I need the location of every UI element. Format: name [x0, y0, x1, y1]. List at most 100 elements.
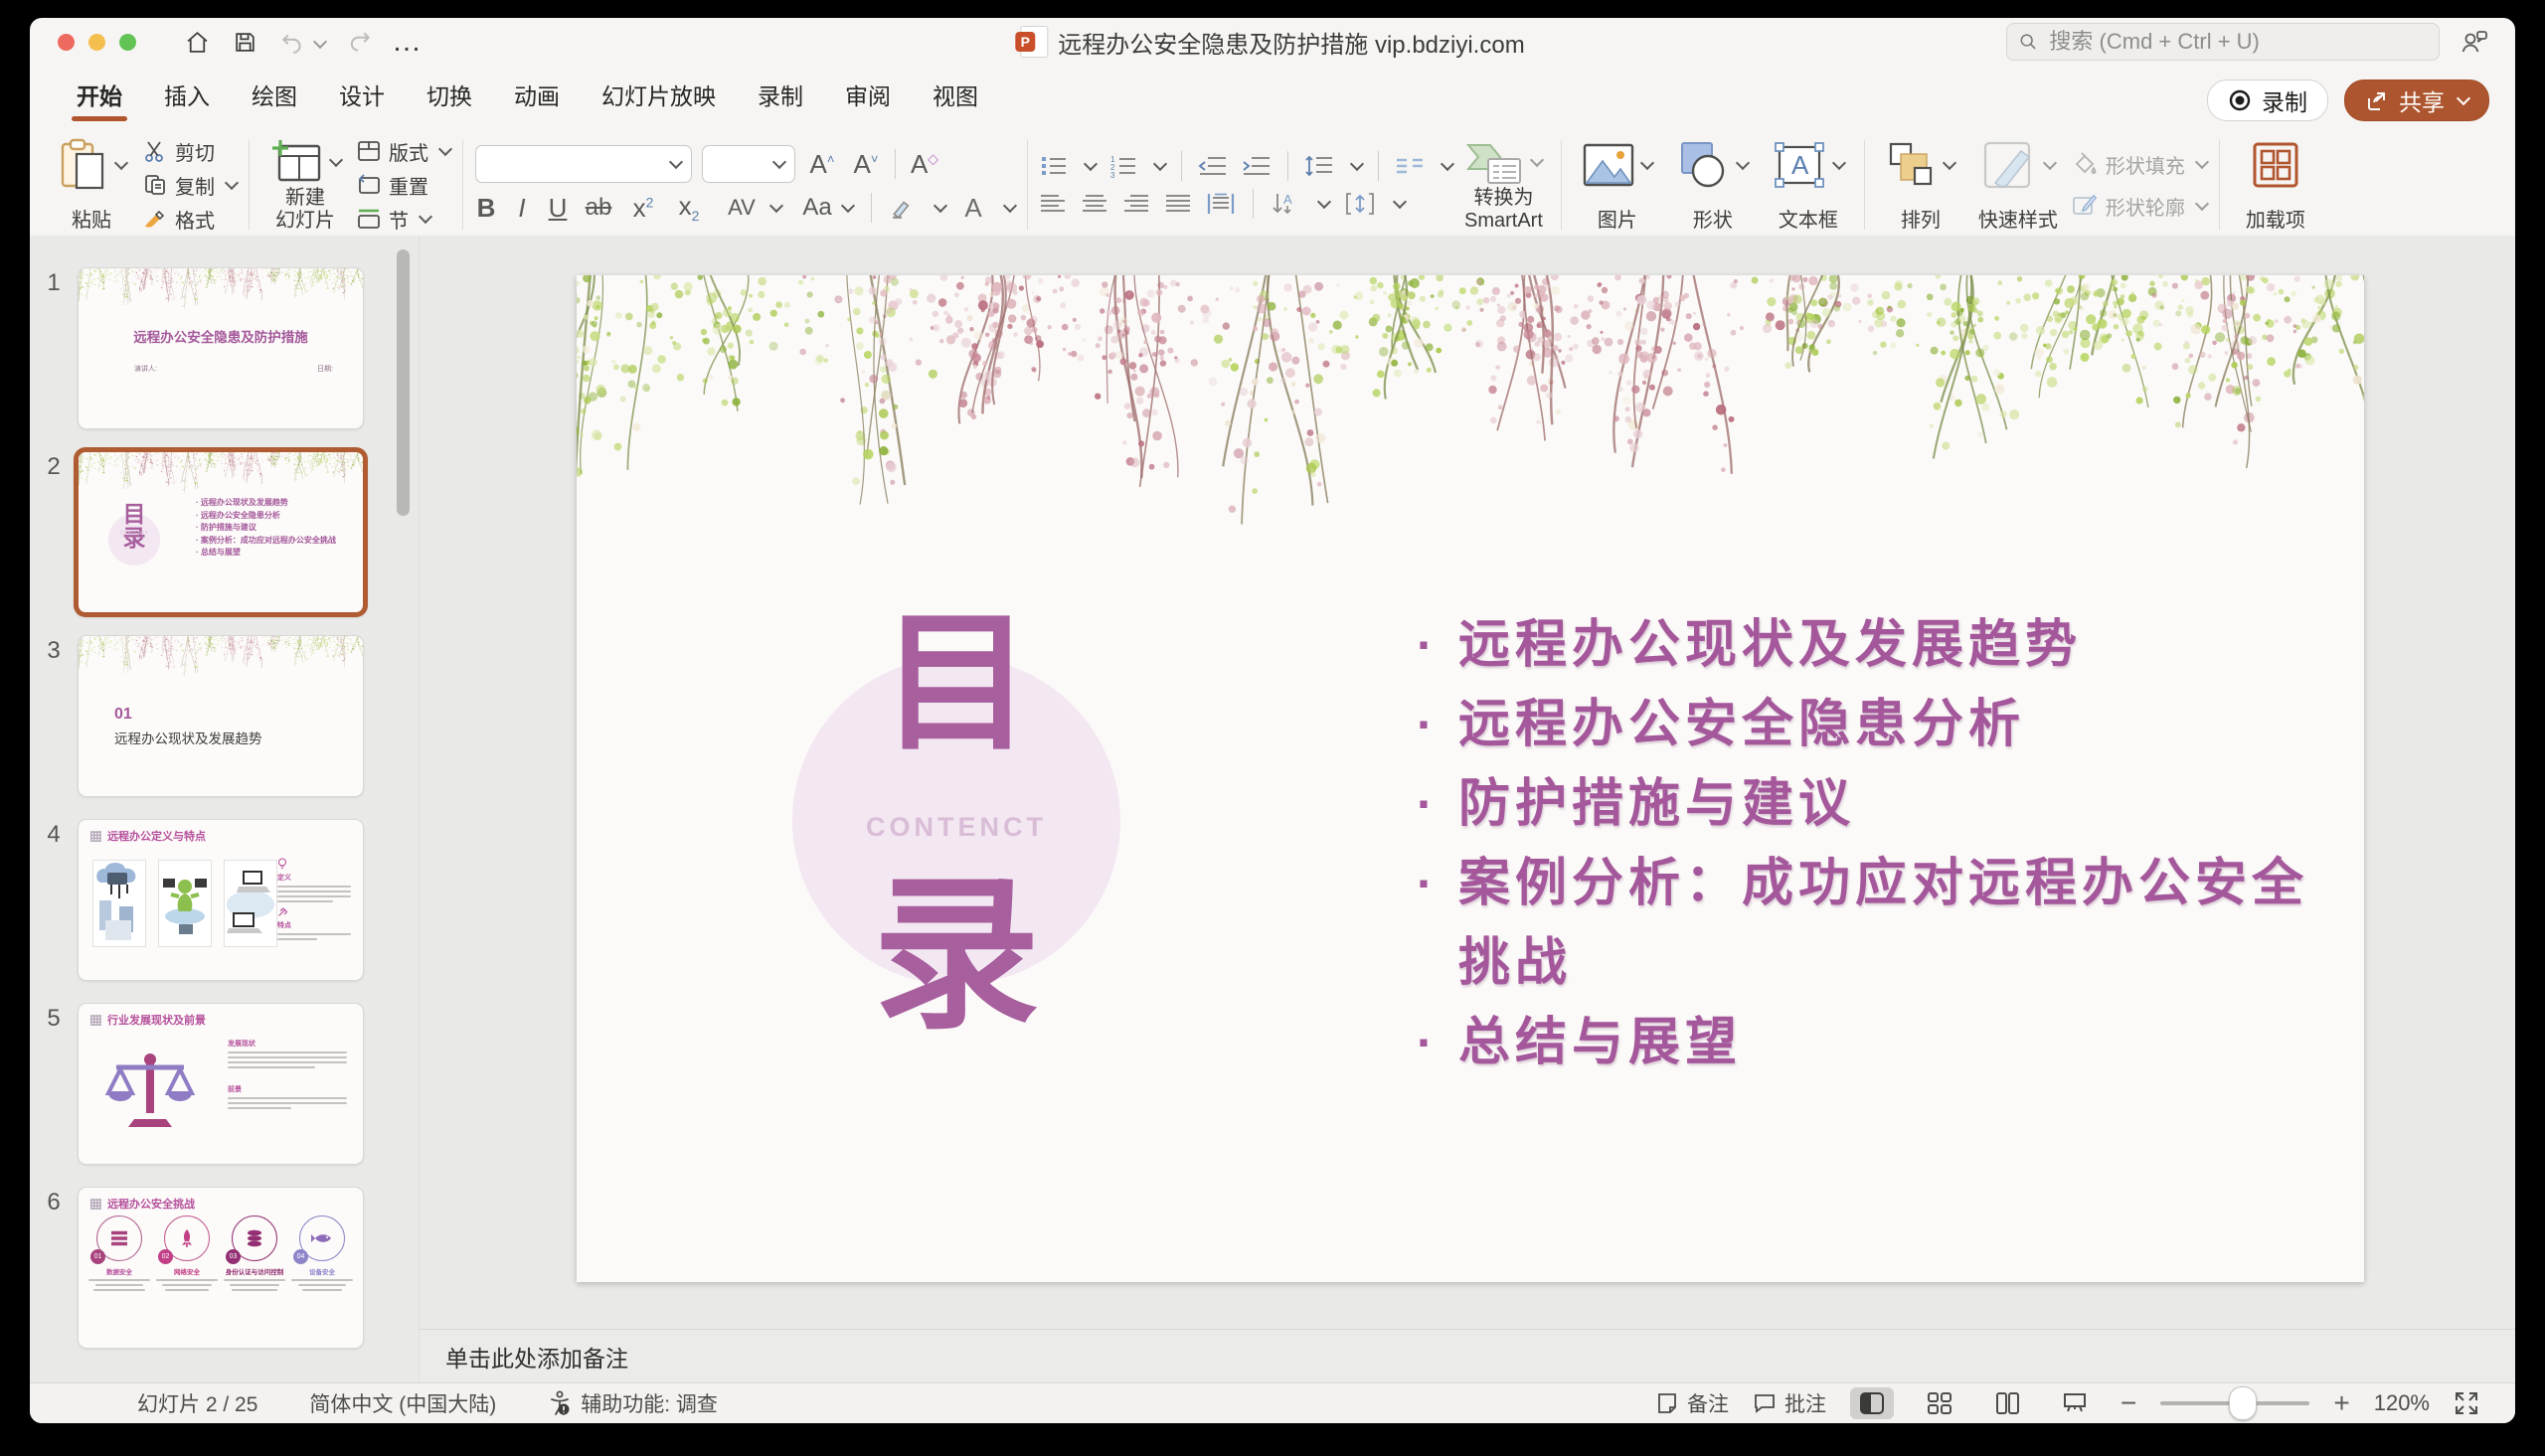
insert-shapes-button[interactable]: 形状 [1669, 135, 1757, 235]
close-window-button[interactable] [58, 34, 75, 51]
clear-formatting-button[interactable]: A◇ [908, 149, 941, 180]
shape-fill-chevron-icon [2195, 154, 2209, 168]
search-field[interactable] [2047, 28, 2427, 56]
shrink-font-button[interactable]: A˅ [849, 149, 883, 180]
reading-view-button[interactable] [1985, 1387, 2029, 1419]
undo-menu-chevron-icon[interactable] [313, 35, 327, 49]
toc-bullet-list[interactable]: ·远程办公现状及发展趋势 ·远程办公安全隐患分析 ·防护措施与建议 ·案例分析：… [1417, 605, 2351, 1082]
text-highlight-button[interactable] [890, 195, 916, 221]
save-icon[interactable] [232, 29, 257, 55]
arrange-button[interactable]: 排列 [1877, 135, 1964, 235]
normal-view-button[interactable] [1850, 1387, 1894, 1419]
increase-indent-button[interactable] [1242, 154, 1272, 178]
zoom-window-button[interactable] [119, 34, 136, 51]
dots-grid-icon [90, 1015, 101, 1026]
zoom-slider-thumb[interactable] [2229, 1386, 2257, 1420]
search-input[interactable] [2006, 23, 2440, 61]
record-button[interactable]: 录制 [2207, 80, 2328, 121]
tab-draw[interactable]: 绘图 [231, 70, 318, 123]
shape-outline-button[interactable]: 形状轮廓 [2072, 192, 2207, 220]
cut-button[interactable]: 剪切 [143, 137, 237, 165]
toc-title-bottom[interactable]: 录 [792, 872, 1120, 1039]
tab-view[interactable]: 视图 [912, 70, 999, 123]
align-left-button[interactable] [1040, 193, 1066, 215]
character-spacing-button[interactable]: AV [720, 195, 764, 221]
convert-smartart-button[interactable]: 转换为SmartArt [1458, 135, 1549, 235]
line-spacing-button[interactable] [1304, 154, 1334, 178]
align-right-button[interactable] [1123, 193, 1149, 215]
new-slide-button[interactable]: 新建幻灯片 [261, 135, 349, 235]
strikethrough-button[interactable]: ab [585, 194, 612, 222]
grow-font-button[interactable]: A˄ [805, 149, 839, 180]
thumbnail-slide-4[interactable]: 4 远程办公定义与特点 定义 [30, 819, 419, 981]
superscript-button[interactable]: x2 [628, 193, 658, 224]
notes-pane[interactable]: 单击此处添加备注 [420, 1329, 2515, 1383]
tab-home[interactable]: 开始 [56, 70, 143, 123]
font-size-select[interactable] [702, 145, 795, 183]
paste-button[interactable]: 粘贴 [48, 135, 135, 235]
tab-design[interactable]: 设计 [318, 70, 406, 123]
slide-sorter-icon [1927, 1391, 1952, 1415]
slideshow-view-button[interactable] [2053, 1387, 2097, 1419]
thumbnail-slide-1[interactable]: 1 远程办公安全隐患及防护措施 演讲人: 日期: [30, 267, 419, 429]
bullets-button[interactable] [1040, 154, 1068, 178]
contact-feedback-icon[interactable] [2460, 28, 2489, 56]
toc-subtitle[interactable]: CONTENCT [763, 812, 1150, 843]
zoom-out-button[interactable]: − [2121, 1393, 2136, 1413]
slide-counter[interactable]: 幻灯片 2 / 25 [137, 1388, 257, 1418]
tab-transitions[interactable]: 切换 [406, 70, 493, 123]
justify-button[interactable] [1165, 193, 1191, 215]
minimize-window-button[interactable] [88, 34, 105, 51]
more-commands-icon[interactable]: … [395, 29, 421, 55]
thumbnail-scrollbar[interactable] [397, 249, 410, 516]
tab-record[interactable]: 录制 [737, 70, 824, 123]
reset-button[interactable]: 重置 [357, 171, 450, 199]
copy-button[interactable]: 复制 [143, 171, 237, 199]
tab-animations[interactable]: 动画 [493, 70, 581, 123]
quick-styles-button[interactable]: 快速样式 [1972, 135, 2064, 235]
thumbnail-slide-2-selected[interactable]: 2 目录 CONTENCT · 远程办公现状及发展趋势 · 远程办公安全隐患分析… [30, 451, 419, 613]
tab-insert[interactable]: 插入 [143, 70, 231, 123]
columns-button[interactable] [1395, 155, 1425, 177]
zoom-level[interactable]: 120% [2374, 1390, 2430, 1416]
zoom-slider[interactable] [2160, 1401, 2309, 1405]
home-icon[interactable] [184, 29, 210, 55]
align-center-button[interactable] [1082, 193, 1107, 215]
section-button[interactable]: 节 [357, 205, 450, 233]
accessibility-status[interactable]: 辅助功能: 调查 [548, 1388, 718, 1418]
notes-toggle-button[interactable]: 备注 [1655, 1388, 1729, 1418]
addins-button[interactable]: 加载项 [2232, 135, 2319, 235]
text-direction-button[interactable]: A [1272, 192, 1299, 216]
bold-button[interactable]: B [475, 193, 497, 224]
thumbnail-slide-3[interactable]: 3 01 远程办公现状及发展趋势 [30, 635, 419, 797]
distribute-text-button[interactable] [1207, 193, 1235, 215]
share-button[interactable]: 共享 [2344, 80, 2489, 121]
toc-title-top[interactable]: 目 [792, 608, 1120, 759]
font-color-button[interactable]: A [961, 193, 985, 224]
underline-button[interactable]: U [547, 193, 569, 224]
comments-toggle-button[interactable]: 批注 [1753, 1388, 1826, 1418]
change-case-button[interactable]: Aa [797, 194, 837, 222]
tab-slideshow[interactable]: 幻灯片放映 [581, 70, 737, 123]
tab-review[interactable]: 审阅 [824, 70, 912, 123]
language-indicator[interactable]: 简体中文 (中国大陆) [309, 1388, 496, 1418]
thumbnail-slide-6[interactable]: 6 远程办公安全挑战 01 数据安全 02 网络安全 [30, 1187, 419, 1349]
decrease-indent-button[interactable] [1198, 154, 1228, 178]
align-text-button[interactable] [1345, 192, 1375, 216]
insert-picture-button[interactable]: 图片 [1574, 135, 1661, 235]
font-name-select[interactable] [475, 145, 692, 183]
redo-icon[interactable] [347, 29, 373, 55]
fit-slide-button[interactable] [2454, 1390, 2479, 1416]
thumbnail-slide-5[interactable]: 5 行业发展现状及前景 发展现状 [30, 1003, 419, 1165]
undo-icon[interactable] [279, 29, 305, 55]
current-slide-canvas[interactable]: 目 CONTENCT 录 ·远程办公现状及发展趋势 ·远程办公安全隐患分析 ·防… [577, 275, 2364, 1282]
zoom-in-button[interactable]: + [2333, 1393, 2349, 1413]
italic-button[interactable]: I [513, 193, 531, 224]
insert-textbox-button[interactable]: A 文本框 [1765, 135, 1852, 235]
format-painter-button[interactable]: 格式 [143, 205, 237, 233]
slide-sorter-view-button[interactable] [1918, 1387, 1961, 1419]
numbering-button[interactable]: 123 [1109, 154, 1137, 178]
layout-button[interactable]: 版式 [357, 137, 450, 165]
shape-fill-button[interactable]: 形状填充 [2072, 150, 2207, 178]
subscript-button[interactable]: x2 [674, 191, 704, 224]
